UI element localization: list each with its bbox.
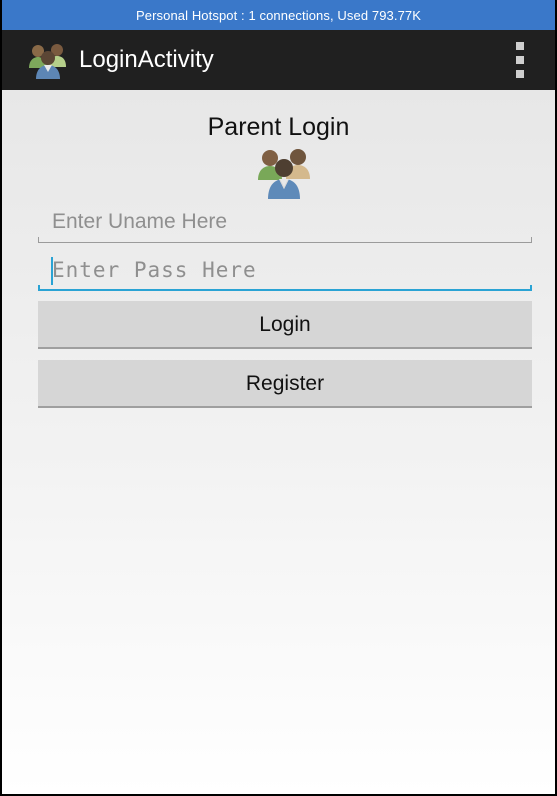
username-underline-left-tick bbox=[38, 237, 39, 243]
page-title: Parent Login bbox=[207, 113, 350, 141]
username-input[interactable] bbox=[38, 201, 532, 243]
text-cursor bbox=[51, 257, 53, 285]
status-bar-text: Personal Hotspot : 1 connections, Used 7… bbox=[136, 7, 421, 23]
status-bar: Personal Hotspot : 1 connections, Used 7… bbox=[2, 0, 555, 30]
username-underline-right-tick bbox=[531, 237, 532, 243]
action-bar: LoginActivity bbox=[2, 30, 555, 90]
register-button[interactable]: Register bbox=[38, 360, 532, 408]
app-title: LoginActivity bbox=[79, 46, 214, 73]
password-underline-right-tick bbox=[530, 285, 532, 291]
password-input[interactable] bbox=[38, 249, 532, 291]
parent-group-icon bbox=[250, 144, 318, 200]
password-underline-left-tick bbox=[38, 285, 40, 291]
username-underline bbox=[38, 242, 532, 243]
login-button[interactable]: Login bbox=[38, 301, 532, 349]
username-field[interactable] bbox=[38, 201, 532, 243]
password-underline bbox=[38, 289, 532, 291]
parent-group-icon bbox=[24, 40, 72, 80]
password-field[interactable] bbox=[38, 249, 532, 291]
app-screen: Personal Hotspot : 1 connections, Used 7… bbox=[0, 0, 557, 796]
overflow-menu-icon[interactable] bbox=[510, 42, 530, 78]
login-content: Parent Login Enter Uname Here Login Regi… bbox=[2, 90, 555, 794]
